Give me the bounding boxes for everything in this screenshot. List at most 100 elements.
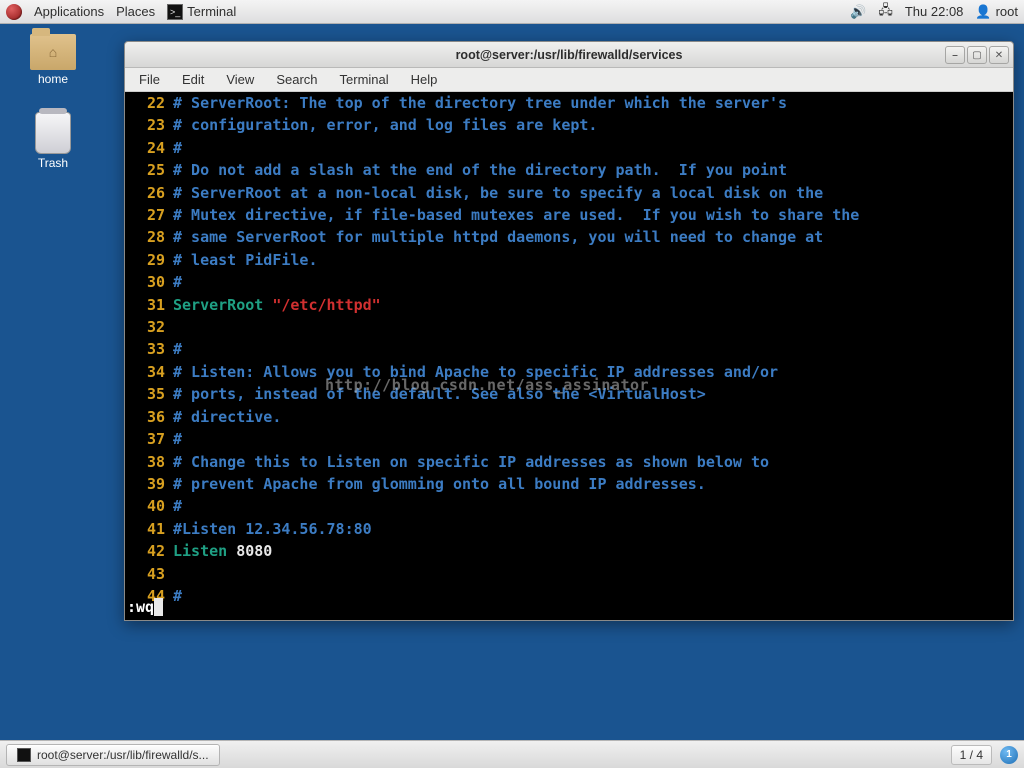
text-cursor-icon [154, 598, 163, 616]
line-content: Listen 8080 [173, 540, 272, 562]
line-content: # Do not add a slash at the end of the d… [173, 159, 787, 181]
editor-line: 43 [125, 563, 1013, 585]
line-content: # ServerRoot: The top of the directory t… [173, 92, 787, 114]
editor-line: 23# configuration, error, and log files … [125, 114, 1013, 136]
taskbar-button-terminal[interactable]: root@server:/usr/lib/firewalld/s... [6, 744, 220, 766]
notification-orb-icon[interactable]: 1 [1000, 746, 1018, 764]
folder-icon: ⌂ [30, 34, 76, 70]
clock[interactable]: Thu 22:08 [905, 4, 964, 19]
vim-command-line[interactable]: :wq [125, 596, 163, 618]
editor-line: 30# [125, 271, 1013, 293]
line-content: # ports, instead of the default. See als… [173, 383, 706, 405]
editor-line: 39# prevent Apache from glomming onto al… [125, 473, 1013, 495]
editor-line: 34# Listen: Allows you to bind Apache to… [125, 361, 1013, 383]
network-icon[interactable]: 🖧 [878, 1, 893, 23]
editor-line: 22# ServerRoot: The top of the directory… [125, 92, 1013, 114]
home-glyph-icon: ⌂ [49, 44, 57, 60]
minimize-button[interactable]: – [945, 46, 965, 64]
editor-line: 32 [125, 316, 1013, 338]
menu-file[interactable]: File [139, 72, 160, 87]
terminal-icon: >_ [167, 4, 183, 20]
line-number: 32 [125, 316, 173, 338]
desktop-icon-home[interactable]: ⌂ home [30, 34, 76, 86]
close-button[interactable]: ✕ [989, 46, 1009, 64]
line-number: 40 [125, 495, 173, 517]
editor-line: 24# [125, 137, 1013, 159]
line-content: # least PidFile. [173, 249, 318, 271]
editor-line: 44# [125, 585, 1013, 607]
desktop-icon-trash[interactable]: Trash [35, 112, 71, 170]
editor-line: 33# [125, 338, 1013, 360]
line-number: 43 [125, 563, 173, 585]
editor-line: 29# least PidFile. [125, 249, 1013, 271]
menu-search[interactable]: Search [276, 72, 317, 87]
menu-edit[interactable]: Edit [182, 72, 204, 87]
line-content: #Listen 12.34.56.78:80 [173, 518, 372, 540]
desktop-icon-label: Trash [38, 156, 68, 170]
desktop-icons: ⌂ home Trash [30, 34, 76, 170]
line-content [173, 563, 182, 585]
line-content: # Mutex directive, if file-based mutexes… [173, 204, 859, 226]
editor-line: 36# directive. [125, 406, 1013, 428]
line-number: 22 [125, 92, 173, 114]
line-number: 26 [125, 182, 173, 204]
line-content: # configuration, error, and log files ar… [173, 114, 597, 136]
menu-help[interactable]: Help [411, 72, 438, 87]
line-content [173, 316, 182, 338]
menu-applications[interactable]: Applications [34, 4, 104, 19]
user-icon: 👤 [975, 4, 991, 20]
terminal-window: root@server:/usr/lib/firewalld/services … [124, 41, 1014, 621]
line-content: # same ServerRoot for multiple httpd dae… [173, 226, 823, 248]
line-number: 23 [125, 114, 173, 136]
editor-line: 25# Do not add a slash at the end of the… [125, 159, 1013, 181]
user-menu[interactable]: 👤 root [975, 4, 1018, 20]
window-titlebar[interactable]: root@server:/usr/lib/firewalld/services … [125, 42, 1013, 68]
editor-line: 37# [125, 428, 1013, 450]
window-controls: – ▢ ✕ [945, 46, 1009, 64]
bottom-panel: root@server:/usr/lib/firewalld/s... 1 / … [0, 740, 1024, 768]
editor-line: 26# ServerRoot at a non-local disk, be s… [125, 182, 1013, 204]
editor-line: 35# ports, instead of the default. See a… [125, 383, 1013, 405]
top-panel: Applications Places >_ Terminal 🔊 🖧 Thu … [0, 0, 1024, 24]
menubar: File Edit View Search Terminal Help [125, 68, 1013, 92]
terminal-body[interactable]: 22# ServerRoot: The top of the directory… [125, 92, 1013, 620]
line-number: 29 [125, 249, 173, 271]
line-content: # [173, 495, 182, 517]
distro-logo-icon [6, 4, 22, 20]
panel-running-app-label: Terminal [187, 4, 236, 19]
editor-line: 27# Mutex directive, if file-based mutex… [125, 204, 1013, 226]
menu-view[interactable]: View [226, 72, 254, 87]
editor-line: 42Listen 8080 [125, 540, 1013, 562]
panel-running-app[interactable]: >_ Terminal [167, 4, 236, 20]
line-content: # [173, 271, 182, 293]
menu-terminal[interactable]: Terminal [340, 72, 389, 87]
line-content: # prevent Apache from glomming onto all … [173, 473, 706, 495]
volume-icon[interactable]: 🔊 [850, 4, 866, 20]
line-number: 34 [125, 361, 173, 383]
line-number: 42 [125, 540, 173, 562]
line-content: # directive. [173, 406, 281, 428]
workspace-indicator[interactable]: 1 / 4 [951, 745, 992, 765]
vim-command-text: :wq [127, 596, 154, 618]
line-content: # [173, 585, 182, 607]
line-content: # ServerRoot at a non-local disk, be sur… [173, 182, 823, 204]
terminal-icon [17, 748, 31, 762]
line-number: 36 [125, 406, 173, 428]
editor-line: 38# Change this to Listen on specific IP… [125, 451, 1013, 473]
maximize-button[interactable]: ▢ [967, 46, 987, 64]
line-number: 25 [125, 159, 173, 181]
line-number: 35 [125, 383, 173, 405]
line-number: 27 [125, 204, 173, 226]
line-number: 38 [125, 451, 173, 473]
editor-line: 31ServerRoot "/etc/httpd" [125, 294, 1013, 316]
line-content: # Listen: Allows you to bind Apache to s… [173, 361, 778, 383]
menu-places[interactable]: Places [116, 4, 155, 19]
taskbar-button-label: root@server:/usr/lib/firewalld/s... [37, 748, 209, 762]
user-label: root [996, 4, 1018, 19]
line-number: 28 [125, 226, 173, 248]
line-number: 37 [125, 428, 173, 450]
desktop-icon-label: home [38, 72, 68, 86]
line-content: # [173, 338, 182, 360]
line-number: 24 [125, 137, 173, 159]
trash-icon [35, 112, 71, 154]
